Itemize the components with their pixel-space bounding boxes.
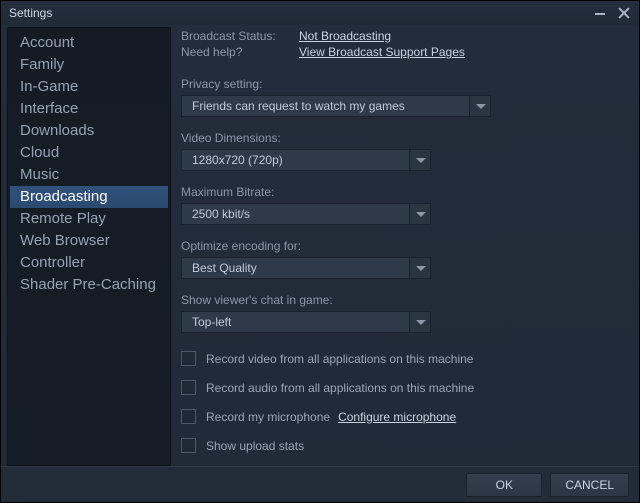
viewer-chat-label: Show viewer's chat in game: [181, 293, 623, 307]
ok-button[interactable]: OK [466, 473, 542, 497]
record-mic-label: Record my microphone [206, 410, 330, 424]
close-icon[interactable] [617, 6, 631, 20]
video-dimensions-value: 1280x720 (720p) [181, 149, 409, 171]
show-upload-stats-checkbox[interactable] [181, 438, 196, 453]
privacy-setting-label: Privacy setting: [181, 77, 623, 91]
chevron-down-icon[interactable] [409, 203, 431, 225]
video-dimensions-select[interactable]: 1280x720 (720p) [181, 149, 431, 171]
maximum-bitrate-label: Maximum Bitrate: [181, 185, 623, 199]
viewer-chat-value: Top-left [181, 311, 409, 333]
sidebar-item-controller[interactable]: Controller [10, 252, 168, 274]
window-title: Settings [9, 6, 52, 20]
minimize-icon[interactable] [593, 6, 607, 20]
sidebar: Account Family In-Game Interface Downloa… [7, 27, 171, 466]
optimize-encoding-select[interactable]: Best Quality [181, 257, 431, 279]
broadcasting-panel: Broadcast Status: Not Broadcasting Need … [177, 27, 633, 466]
sidebar-item-music[interactable]: Music [10, 164, 168, 186]
optimize-encoding-label: Optimize encoding for: [181, 239, 623, 253]
sidebar-item-web-browser[interactable]: Web Browser [10, 230, 168, 252]
sidebar-item-broadcasting[interactable]: Broadcasting [10, 186, 168, 208]
configure-microphone-link[interactable]: Configure microphone [338, 410, 456, 424]
record-video-checkbox[interactable] [181, 351, 196, 366]
record-audio-checkbox[interactable] [181, 380, 196, 395]
sidebar-item-cloud[interactable]: Cloud [10, 142, 168, 164]
record-mic-checkbox[interactable] [181, 409, 196, 424]
sidebar-item-remote-play[interactable]: Remote Play [10, 208, 168, 230]
broadcast-status-label: Broadcast Status: [181, 29, 285, 43]
optimize-encoding-value: Best Quality [181, 257, 409, 279]
chevron-down-icon[interactable] [469, 95, 491, 117]
broadcast-status-value[interactable]: Not Broadcasting [299, 29, 391, 43]
show-upload-stats-label: Show upload stats [206, 439, 304, 453]
video-dimensions-label: Video Dimensions: [181, 131, 623, 145]
maximum-bitrate-select[interactable]: 2500 kbit/s [181, 203, 431, 225]
record-audio-label: Record audio from all applications on th… [206, 381, 474, 395]
chevron-down-icon[interactable] [409, 311, 431, 333]
sidebar-item-interface[interactable]: Interface [10, 98, 168, 120]
sidebar-item-account[interactable]: Account [10, 32, 168, 54]
need-help-label: Need help? [181, 45, 285, 59]
titlebar: Settings [1, 1, 639, 25]
privacy-setting-value: Friends can request to watch my games [181, 95, 469, 117]
viewer-chat-select[interactable]: Top-left [181, 311, 431, 333]
cancel-button[interactable]: CANCEL [550, 473, 629, 497]
footer: OK CANCEL [1, 466, 639, 502]
privacy-setting-select[interactable]: Friends can request to watch my games [181, 95, 491, 117]
window-body: Account Family In-Game Interface Downloa… [1, 25, 639, 466]
sidebar-item-downloads[interactable]: Downloads [10, 120, 168, 142]
sidebar-item-in-game[interactable]: In-Game [10, 76, 168, 98]
chevron-down-icon[interactable] [409, 149, 431, 171]
maximum-bitrate-value: 2500 kbit/s [181, 203, 409, 225]
sidebar-item-family[interactable]: Family [10, 54, 168, 76]
support-pages-link[interactable]: View Broadcast Support Pages [299, 45, 465, 59]
settings-window: Settings Account Family In-Game Interfac… [0, 0, 640, 503]
chevron-down-icon[interactable] [409, 257, 431, 279]
record-video-label: Record video from all applications on th… [206, 352, 473, 366]
sidebar-item-shader-pre-caching[interactable]: Shader Pre-Caching [10, 274, 168, 296]
